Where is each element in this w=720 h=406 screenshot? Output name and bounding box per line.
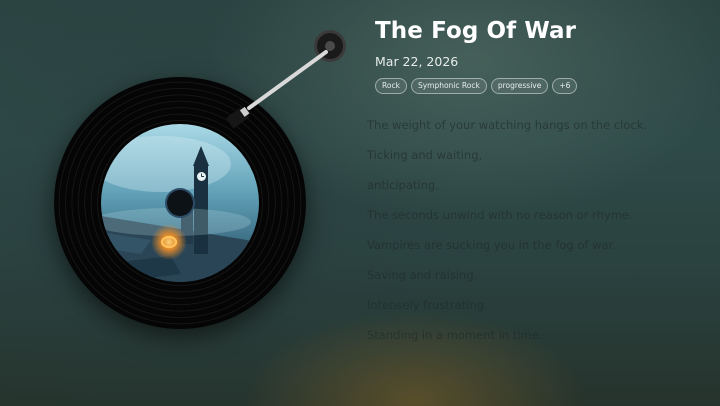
- tag-more[interactable]: +6: [552, 78, 578, 94]
- lyric-line: Standing in a moment in time.: [367, 327, 543, 342]
- record-spindle: [167, 190, 193, 216]
- tonearm-icon[interactable]: [222, 28, 357, 138]
- tag-progressive[interactable]: progressive: [490, 78, 549, 94]
- release-date: Mar 22, 2026: [375, 54, 459, 69]
- lyric-line: Saving and raising.: [367, 267, 478, 282]
- lyric-line: Intensely frustrating.: [367, 297, 488, 312]
- genre-tags: Rock Symphonic Rock progressive +6: [375, 78, 707, 94]
- lyric-line: Ticking and waiting,: [367, 147, 483, 162]
- lyrics-list: The weight of your watching hangs on the…: [367, 118, 707, 358]
- lyric-line: The weight of your watching hangs on the…: [367, 117, 648, 132]
- tag-symphonic-rock[interactable]: Symphonic Rock: [410, 78, 487, 94]
- lyric-line: anticipating.: [367, 177, 439, 192]
- song-title: The Fog Of War: [375, 18, 577, 44]
- lyric-line: Vampires are sucking you in the fog of w…: [367, 237, 616, 252]
- tag-rock[interactable]: Rock: [375, 78, 407, 94]
- song-info-panel: The Fog Of War Mar 22, 2026 Rock Symphon…: [367, 18, 707, 358]
- lyric-line: The seconds unwind with no reason or rhy…: [367, 207, 633, 222]
